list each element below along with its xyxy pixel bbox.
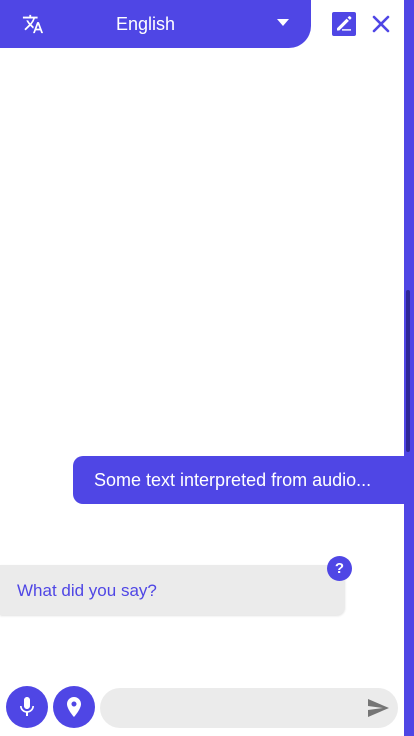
edit-note-icon[interactable]	[331, 11, 357, 37]
send-icon[interactable]	[366, 697, 390, 719]
language-bar: English	[0, 0, 311, 48]
header-actions	[311, 0, 404, 48]
location-pin-icon	[67, 697, 81, 717]
close-icon[interactable]	[371, 14, 391, 34]
translate-icon[interactable]	[22, 13, 44, 35]
bot-message-bubble: What did you say?	[0, 565, 345, 615]
location-button[interactable]	[53, 686, 95, 728]
message-input[interactable]	[100, 688, 398, 728]
language-select[interactable]: English	[116, 14, 175, 35]
help-badge[interactable]: ?	[327, 556, 352, 581]
chevron-down-icon[interactable]	[277, 19, 289, 27]
microphone-icon	[20, 697, 34, 716]
scrollbar-thumb[interactable]	[406, 290, 410, 452]
microphone-button[interactable]	[6, 686, 48, 728]
user-message-bubble: Some text interpreted from audio...	[73, 456, 414, 504]
